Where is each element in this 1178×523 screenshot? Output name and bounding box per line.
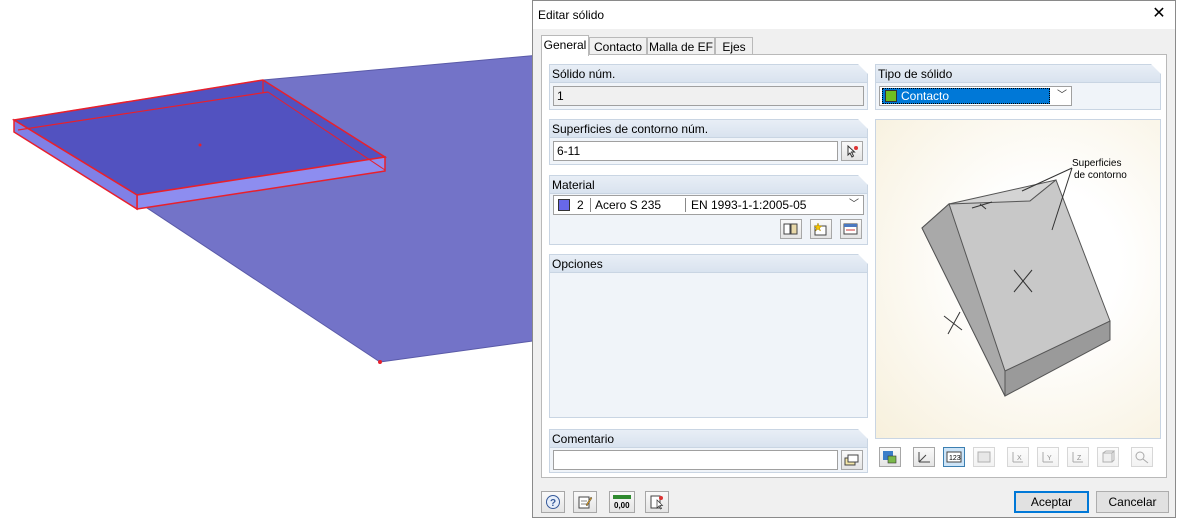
material-standard: EN 1993-1-1:2005-05 bbox=[691, 198, 807, 212]
general-tab-panel: Sólido núm. 1 Tipo de sólido Contacto ﹀ … bbox=[541, 54, 1167, 478]
material-name: Acero S 235 bbox=[595, 198, 662, 212]
help-icon[interactable]: ? bbox=[541, 491, 565, 513]
annotation-line-2: de contorno bbox=[1074, 170, 1127, 181]
iso-view-icon[interactable] bbox=[1097, 447, 1119, 467]
view-toolbar: 123 X Y Z bbox=[875, 445, 1161, 469]
view-x-icon[interactable]: X bbox=[1007, 447, 1029, 467]
solid-type-label: Tipo de sólido bbox=[878, 67, 953, 81]
zoom-icon[interactable] bbox=[1131, 447, 1153, 467]
units-icon[interactable]: 0,00 bbox=[609, 491, 635, 513]
svg-text:?: ? bbox=[550, 498, 556, 509]
view-z-icon[interactable]: Z bbox=[1067, 447, 1089, 467]
info-icon[interactable] bbox=[645, 491, 669, 513]
options-group: Opciones bbox=[549, 254, 868, 418]
dialog-title: Editar sólido bbox=[538, 8, 605, 22]
solid-number-label: Sólido núm. bbox=[552, 67, 616, 81]
annotation-line-1: Superficies bbox=[1072, 158, 1121, 169]
material-select[interactable]: 2 Acero S 235 EN 1993-1-1:2005-05 ﹀ bbox=[553, 195, 864, 215]
illustration-panel: Superficies de contorno bbox=[875, 119, 1161, 439]
boundary-surfaces-group: Superficies de contorno núm. 6-11 bbox=[549, 119, 868, 165]
chevron-down-icon[interactable]: ﹀ bbox=[849, 196, 859, 214]
library-icon[interactable] bbox=[780, 219, 802, 239]
material-color-swatch bbox=[558, 199, 570, 211]
svg-text:X: X bbox=[1017, 455, 1022, 462]
cancel-button[interactable]: Cancelar bbox=[1096, 491, 1169, 513]
material-group: Material 2 Acero S 235 EN 1993-1-1:2005-… bbox=[549, 175, 868, 245]
model-scene[interactable] bbox=[0, 0, 541, 520]
svg-text:123: 123 bbox=[949, 455, 961, 462]
dimension-icon[interactable] bbox=[973, 447, 995, 467]
edit-material-icon[interactable] bbox=[840, 219, 862, 239]
corner-point[interactable] bbox=[378, 360, 382, 364]
solid-number-group: Sólido núm. 1 bbox=[549, 64, 868, 110]
comment-group: Comentario bbox=[549, 429, 868, 473]
boundary-surfaces-label: Superficies de contorno núm. bbox=[552, 122, 709, 136]
pick-icon[interactable] bbox=[841, 141, 863, 161]
front-mark-2 bbox=[947, 311, 961, 335]
tab-ejes[interactable]: Ejes bbox=[715, 37, 753, 55]
contact-swatch-icon bbox=[885, 90, 897, 102]
title-bar[interactable]: Editar sólido ✕ bbox=[533, 1, 1175, 29]
center-point[interactable] bbox=[198, 143, 202, 147]
solid-type-select[interactable]: Contacto ﹀ bbox=[879, 86, 1072, 106]
front-mark-1 bbox=[943, 315, 963, 331]
comment-library-icon[interactable] bbox=[841, 450, 863, 470]
edit-icon[interactable] bbox=[573, 491, 597, 513]
axes-icon[interactable] bbox=[913, 447, 935, 467]
material-divider-2 bbox=[685, 198, 686, 212]
tab-general[interactable]: General bbox=[541, 35, 589, 56]
material-divider bbox=[590, 198, 591, 212]
solid-number-field[interactable]: 1 bbox=[553, 86, 864, 106]
edit-solid-dialog: Editar sólido ✕ General Contacto Malla d… bbox=[532, 0, 1176, 518]
comment-input[interactable] bbox=[553, 450, 838, 470]
solid-type-value: Contacto bbox=[901, 89, 950, 103]
material-number: 2 bbox=[577, 198, 584, 212]
chevron-down-icon[interactable]: ﹀ bbox=[1057, 87, 1067, 105]
solid-type-group: Tipo de sólido Contacto ﹀ bbox=[875, 64, 1161, 110]
solid-illustration: Superficies de contorno bbox=[921, 158, 1127, 397]
new-material-icon[interactable] bbox=[810, 219, 832, 239]
close-icon[interactable]: ✕ bbox=[1151, 6, 1167, 22]
view-y-icon[interactable]: Y bbox=[1037, 447, 1059, 467]
tab-malla-ef[interactable]: Malla de EF bbox=[647, 37, 715, 55]
comment-label: Comentario bbox=[552, 432, 615, 446]
options-label: Opciones bbox=[552, 257, 603, 271]
svg-text:Y: Y bbox=[1047, 455, 1052, 462]
render-icon[interactable] bbox=[879, 447, 901, 467]
material-label: Material bbox=[552, 178, 595, 192]
tab-contacto[interactable]: Contacto bbox=[589, 37, 647, 55]
model-viewport[interactable] bbox=[0, 0, 541, 520]
numbering-icon[interactable]: 123 bbox=[943, 447, 965, 467]
solid-type-selected: Contacto bbox=[882, 88, 1050, 104]
boundary-surfaces-input[interactable]: 6-11 bbox=[553, 141, 838, 161]
ok-button[interactable]: Aceptar bbox=[1014, 491, 1089, 513]
svg-text:Z: Z bbox=[1077, 455, 1082, 462]
units-label: 0,00 bbox=[614, 501, 630, 510]
